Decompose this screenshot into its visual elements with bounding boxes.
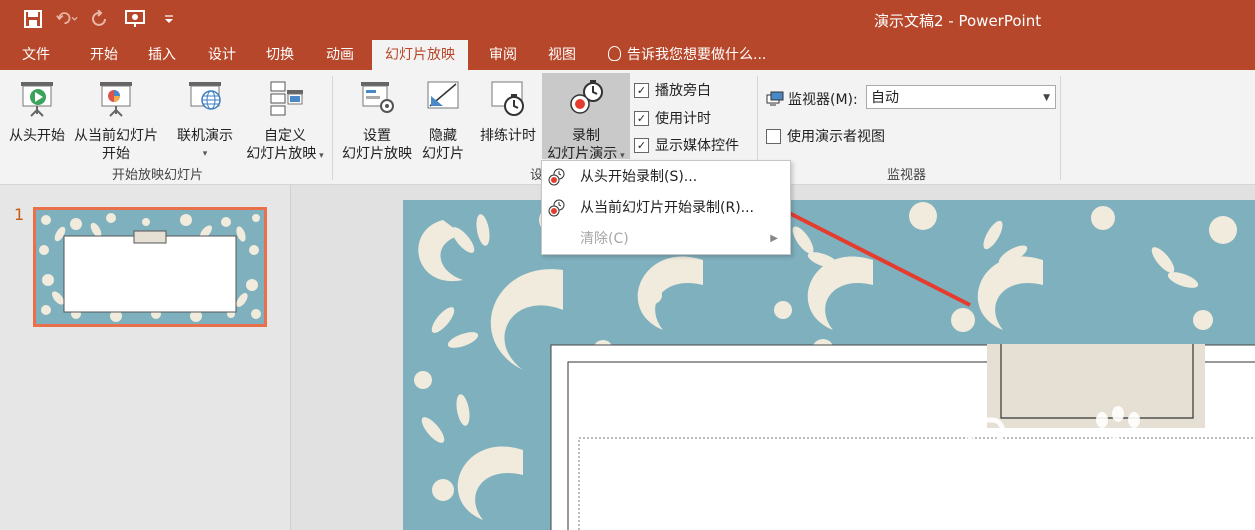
presenter-view-checkbox[interactable]: 使用演示者视图 [766, 126, 885, 146]
slideshow-from-current-icon [100, 82, 132, 117]
rehearse-timings-label: 排练计时 [480, 128, 536, 144]
window-title: 演示文稿2 - PowerPoint [874, 12, 1042, 30]
record-slideshow-label-1: 录制 [572, 128, 600, 144]
monitor-select-value: 自动 [871, 90, 899, 106]
rehearse-timings-icon [491, 81, 524, 116]
play-narrations-label: 播放旁白 [655, 83, 711, 99]
record-icon [548, 199, 565, 217]
from-beginning-button[interactable]: 从头开始 [4, 78, 70, 145]
custom-slideshow-icon [270, 81, 303, 116]
tab-animations[interactable]: 动画 [314, 40, 366, 70]
rehearse-timings-button[interactable]: 排练计时 [476, 78, 540, 145]
title-bar: 演示文稿2 - PowerPoint [0, 0, 1255, 40]
custom-slideshow-label-1: 自定义 [264, 128, 306, 144]
monitor-label: 监视器(M): [788, 92, 858, 108]
use-timings-check-icon: ✓ [634, 110, 649, 126]
presenter-view-label: 使用演示者视图 [787, 129, 885, 145]
menu-item-clear[interactable]: 清除(C) ▶ [542, 224, 790, 254]
group-label-start-slideshow: 开始放映幻灯片 [112, 168, 204, 183]
play-narrations-checkbox[interactable]: ✓ 播放旁白 [634, 80, 711, 100]
tell-me-search[interactable]: 告诉我您想要做什么... [608, 40, 766, 70]
group-separator [1060, 76, 1061, 180]
tab-transitions[interactable]: 切换 [254, 40, 306, 70]
setup-slideshow-icon [361, 82, 394, 113]
record-icon [548, 168, 565, 186]
setup-slideshow-label-1: 设置 [363, 128, 391, 144]
record-slideshow-button[interactable]: 录制 幻灯片演示 ▾ [542, 73, 630, 162]
tab-design[interactable]: 设计 [196, 40, 248, 70]
online-present-button[interactable]: 联机演示 ▾ [168, 78, 242, 163]
from-current-label-2: 开始 [102, 146, 130, 162]
hide-slide-label-1: 隐藏 [429, 128, 457, 144]
hide-slide-icon [427, 81, 459, 109]
tell-me-text: 告诉我您想要做什么... [627, 47, 767, 63]
tab-review[interactable]: 审阅 [477, 40, 529, 70]
watermark-url: jingyan.baidu.com [960, 475, 1181, 500]
tab-insert[interactable]: 插入 [136, 40, 188, 70]
record-slideshow-icon [570, 80, 603, 114]
ribbon-tabs: 文件 开始 插入 设计 切换 动画 幻灯片放映 审阅 视图 告诉我您想要做什么.… [0, 40, 1255, 70]
undo-icon[interactable] [56, 8, 78, 30]
tab-slideshow[interactable]: 幻灯片放映 [372, 40, 468, 70]
from-current-label-1: 从当前幻灯片 [74, 128, 158, 144]
setup-slideshow-label-2: 幻灯片放映 [342, 146, 412, 162]
menu-item-record-from-beginning[interactable]: 从头开始录制(S)... [542, 162, 790, 192]
slide-thumbnail[interactable] [33, 207, 267, 327]
slide-number: 1 [14, 205, 25, 224]
tab-home[interactable]: 开始 [78, 40, 130, 70]
present-icon[interactable] [124, 8, 146, 30]
show-media-controls-check-icon: ✓ [634, 137, 649, 153]
menu-item-label: 从当前幻灯片开始录制(R)... [580, 200, 755, 216]
custom-slideshow-dropdown-arrow: ▾ [316, 151, 324, 161]
slides-pane: 1 [0, 185, 291, 530]
monitor-select[interactable]: 自动 ▼ [866, 85, 1056, 109]
group-separator [332, 76, 333, 180]
presenter-view-check-icon [766, 128, 781, 144]
monitor-row: 监视器(M): [766, 89, 858, 109]
use-timings-label: 使用计时 [655, 111, 711, 127]
show-media-controls-label: 显示媒体控件 [655, 138, 739, 154]
show-media-controls-checkbox[interactable]: ✓ 显示媒体控件 [634, 135, 739, 155]
tab-view[interactable]: 视图 [536, 40, 588, 70]
use-timings-checkbox[interactable]: ✓ 使用计时 [634, 108, 711, 128]
from-current-slide-button[interactable]: 从当前幻灯片 开始 [70, 78, 162, 163]
tab-file[interactable]: 文件 [10, 40, 62, 70]
play-narrations-check-icon: ✓ [634, 82, 649, 98]
custom-slideshow-button[interactable]: 自定义 幻灯片放映 ▾ [240, 78, 330, 165]
online-present-dropdown-arrow: ▾ [202, 149, 208, 159]
online-present-icon [189, 82, 221, 110]
custom-slideshow-label-2-text: 幻灯片放映 [246, 146, 317, 162]
customize-icon[interactable] [158, 8, 180, 30]
hide-slide-label-2: 幻灯片 [422, 146, 464, 162]
hide-slide-button[interactable]: 隐藏 幻灯片 [416, 78, 470, 163]
monitor-icon [766, 91, 784, 106]
online-present-label: 联机演示 [177, 128, 233, 144]
lightbulb-icon [608, 46, 621, 61]
menu-item-label: 从头开始录制(S)... [580, 169, 698, 185]
custom-slideshow-label-2: 幻灯片放映 ▾ [240, 145, 330, 165]
setup-slideshow-button[interactable]: 设置 幻灯片放映 [338, 78, 416, 163]
slideshow-from-start-icon [21, 82, 53, 117]
save-icon[interactable] [22, 8, 44, 30]
slide-thumbnail-image [36, 210, 264, 324]
redo-icon[interactable] [90, 8, 112, 30]
menu-item-record-from-current[interactable]: 从当前幻灯片开始录制(R)... [542, 193, 790, 223]
submenu-arrow-icon: ▶ [770, 233, 778, 244]
quick-access-toolbar [22, 8, 180, 30]
record-dropdown-menu: 从头开始录制(S)... 从当前幻灯片开始录制(R)... 清除(C) ▶ [541, 160, 791, 255]
chevron-down-icon: ▼ [1043, 93, 1050, 103]
menu-item-label: 清除(C) [580, 231, 629, 247]
from-beginning-label: 从头开始 [9, 128, 65, 144]
